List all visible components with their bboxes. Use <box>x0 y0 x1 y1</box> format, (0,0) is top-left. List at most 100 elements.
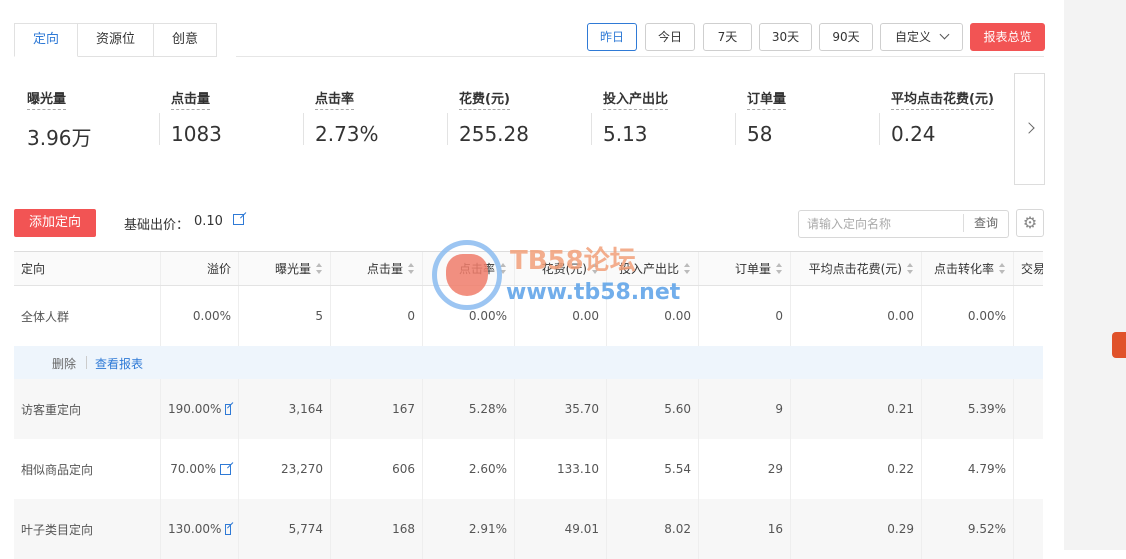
col-header-ctr[interactable]: 点击率 <box>423 252 515 285</box>
metric-orders: 订单量 58 <box>747 88 887 146</box>
col-header-cvr[interactable]: 点击转化率 <box>922 252 1014 285</box>
action-divider <box>86 356 87 369</box>
table-cell-orders: 9 <box>699 379 791 439</box>
edit-icon[interactable] <box>220 463 231 475</box>
tab-resource[interactable]: 资源位 <box>78 23 155 57</box>
cell-text: 叶子类目定向 <box>21 522 94 537</box>
metric-label[interactable]: 平均点击花费(元) <box>891 88 994 110</box>
table-cell-name: 叶子类目定向 <box>14 499 161 559</box>
date-30d-button[interactable]: 30天 <box>759 23 812 51</box>
table-row[interactable]: 访客重定向 190.00% 3,164 167 5.28% 35.70 5.60 9 0.21 5… <box>14 379 1043 439</box>
table-cell-orders: 16 <box>699 499 791 559</box>
col-header-impressions[interactable]: 曝光量 <box>239 252 331 285</box>
cell-text: 5.60 <box>664 402 691 416</box>
table-cell-cost: 133.10 <box>515 439 607 499</box>
table-cell-trade <box>1014 439 1043 499</box>
sort-icon <box>907 263 914 274</box>
table-cell-cost: 0.00 <box>515 286 607 346</box>
metric-label[interactable]: 点击率 <box>315 88 355 110</box>
edit-icon[interactable] <box>225 403 231 415</box>
table-row[interactable]: 相似商品定向 70.00% 23,270 606 2.60% 133.10 5.54 29 0.… <box>14 439 1043 499</box>
metric-label[interactable]: 花费(元) <box>459 88 510 110</box>
sort-icon <box>999 263 1006 274</box>
metric-label[interactable]: 订单量 <box>747 88 787 110</box>
table-cell-trade <box>1014 499 1043 559</box>
table-cell-ctr: 5.28% <box>423 379 515 439</box>
table-cell-clicks: 168 <box>331 499 423 559</box>
date-yesterday-button[interactable]: 昨日 <box>587 23 637 51</box>
edit-icon[interactable] <box>225 523 231 535</box>
table-row[interactable]: 全体人群 0.00% 5 0 0.00% 0.00 0.00 0 0.00 0.00% <box>14 286 1043 346</box>
table-row[interactable]: 叶子类目定向 130.00% 5,774 168 2.91% 49.01 8.02 16 0.2… <box>14 499 1043 559</box>
cell-text: 9.52% <box>967 522 1006 536</box>
table-cell-roi: 8.02 <box>607 499 699 559</box>
date-90d-button[interactable]: 90天 <box>819 23 873 51</box>
report-overview-button[interactable]: 报表总览 <box>970 23 1045 51</box>
metric-label[interactable]: 曝光量 <box>27 88 67 110</box>
sort-icon <box>592 263 599 274</box>
date-7d-button[interactable]: 7天 <box>703 23 752 51</box>
metric-divider <box>735 113 736 145</box>
col-header-cpc[interactable]: 平均点击花费(元) <box>791 252 922 285</box>
cell-text: 16 <box>767 522 783 536</box>
cell-text: 35.70 <box>564 402 599 416</box>
cell-text: 访客重定向 <box>21 402 82 417</box>
cell-text: 3,164 <box>288 402 323 416</box>
tab-divider <box>236 56 1044 57</box>
cell-text: 0.00% <box>192 309 231 323</box>
table-cell-name: 相似商品定向 <box>14 439 161 499</box>
settings-button[interactable]: ⚙ <box>1016 209 1044 237</box>
date-today-button[interactable]: 今日 <box>645 23 695 51</box>
col-header-cost[interactable]: 花费(元) <box>515 252 607 285</box>
edit-icon[interactable] <box>233 214 245 225</box>
cell-text: 168 <box>392 522 415 536</box>
cell-text: 5.28% <box>468 402 507 416</box>
search-box: 查询 <box>798 210 1009 238</box>
table-cell-clicks: 0 <box>331 286 423 346</box>
table-cell-cpc: 0.22 <box>791 439 922 499</box>
cell-text: 0.00 <box>664 309 691 323</box>
metric-label[interactable]: 投入产出比 <box>603 88 669 110</box>
table-cell-cost: 35.70 <box>515 379 607 439</box>
table-cell-impressions: 5,774 <box>239 499 331 559</box>
table-cell-trade <box>1014 286 1043 346</box>
tab-creative[interactable]: 创意 <box>154 23 218 57</box>
sort-icon <box>316 263 323 274</box>
col-header-roi[interactable]: 投入产出比 <box>607 252 699 285</box>
cell-text: 0.22 <box>887 462 914 476</box>
cell-text: 0.00% <box>468 309 507 323</box>
search-button[interactable]: 查询 <box>963 214 1008 232</box>
search-input[interactable] <box>805 214 959 234</box>
metric-value: 1083 <box>171 122 222 146</box>
cell-text: 9 <box>775 402 783 416</box>
cell-text: 0.00 <box>572 309 599 323</box>
col-header-orders[interactable]: 订单量 <box>699 252 791 285</box>
custom-date-dropdown[interactable]: 自定义 <box>880 23 963 51</box>
metric-divider <box>879 113 880 145</box>
custom-date-label: 自定义 <box>894 30 931 44</box>
view-report-link[interactable]: 查看报表 <box>95 355 143 372</box>
tab-targeting[interactable]: 定向 <box>14 23 79 57</box>
col-header-premium: 溢价 <box>161 252 239 285</box>
metric-label[interactable]: 点击量 <box>171 88 211 110</box>
table-cell-cvr: 4.79% <box>922 439 1014 499</box>
col-header-clicks[interactable]: 点击量 <box>331 252 423 285</box>
base-bid: 0.10 <box>194 214 245 229</box>
table-cell-roi: 5.54 <box>607 439 699 499</box>
cell-text: 133.10 <box>557 462 599 476</box>
metric-clicks: 点击量 1083 <box>171 88 311 146</box>
table-cell-roi: 0.00 <box>607 286 699 346</box>
table-cell-orders: 29 <box>699 439 791 499</box>
cell-text: 0 <box>407 309 415 323</box>
sort-icon <box>776 263 783 274</box>
metric-impressions: 曝光量 3.96万 <box>27 88 167 151</box>
add-targeting-button[interactable]: 添加定向 <box>14 209 96 237</box>
cell-text: 23,270 <box>281 462 323 476</box>
metric-divider <box>447 113 448 145</box>
metric-value: 2.73% <box>315 122 379 146</box>
metrics-next-button[interactable] <box>1014 73 1045 185</box>
table-cell-premium: 190.00% <box>161 379 239 439</box>
side-badge-icon[interactable] <box>1112 332 1126 358</box>
delete-link[interactable]: 删除 <box>52 355 76 372</box>
metric-value: 3.96万 <box>27 126 92 150</box>
